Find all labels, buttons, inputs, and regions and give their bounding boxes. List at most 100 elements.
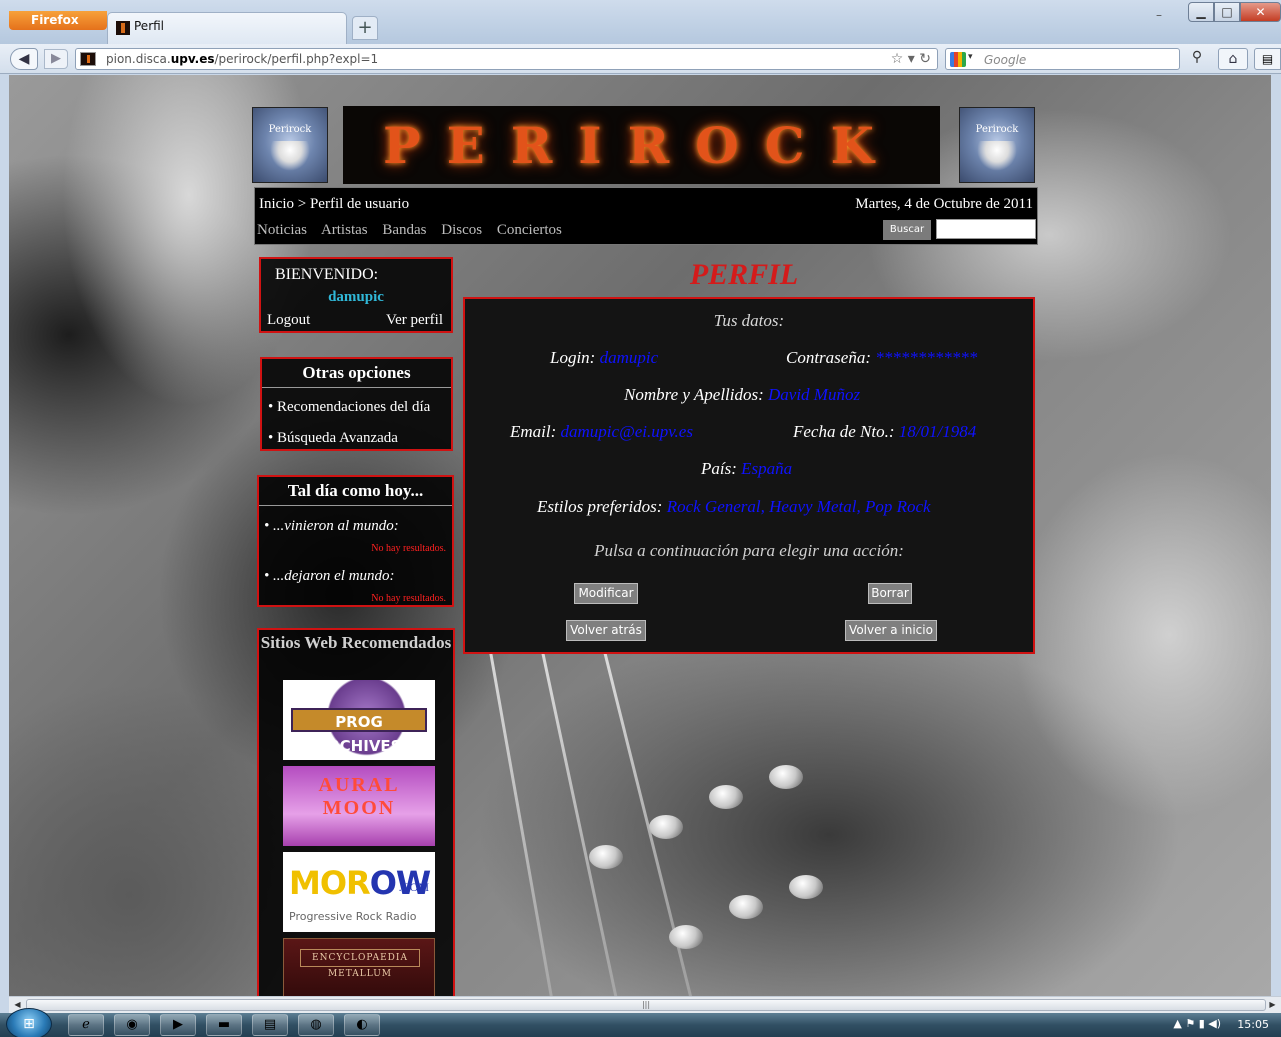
start-button[interactable]: ⊞ xyxy=(6,1008,52,1037)
list-item: • ...vinieron al mundo: xyxy=(264,518,399,534)
tus-datos-heading: Tus datos: xyxy=(713,311,785,330)
horizontal-scrollbar[interactable]: ◀ ||| ▶ xyxy=(9,996,1281,1013)
url-prefix: pion.disca. xyxy=(106,52,171,66)
app-taskbar-icon[interactable]: ◍ xyxy=(298,1014,334,1036)
windows-logo-icon: ⊞ xyxy=(23,1016,35,1032)
pickup-pole-decoration xyxy=(649,815,683,839)
current-date: Martes, 4 de Octubre de 2011 xyxy=(855,196,1033,212)
perirock-logo: PERIROCK xyxy=(343,106,940,184)
birthdate-row: Fecha de Nto.: 18/01/1984 xyxy=(793,422,977,441)
auralmoon-banner[interactable]: AURAL MOON xyxy=(283,766,435,846)
back-arrow-icon: ◀ xyxy=(18,51,30,67)
name-row: Nombre y Apellidos: David Muñoz xyxy=(624,385,861,404)
styles-value: Rock General, Heavy Metal, Pop Rock xyxy=(666,497,931,516)
new-tab-button[interactable]: + xyxy=(352,16,378,40)
no-results-text: No hay resultados. xyxy=(371,543,446,554)
email-row: Email: damupic@ei.upv.es xyxy=(510,422,693,441)
ver-perfil-link[interactable]: Ver perfil xyxy=(386,312,443,329)
firefox-menu-button[interactable]: Firefox xyxy=(9,11,107,30)
home-button[interactable]: ⌂ xyxy=(1218,48,1248,70)
site-search-input[interactable] xyxy=(936,219,1036,239)
modificar-button[interactable]: Modificar xyxy=(574,583,638,604)
explorer-taskbar-icon[interactable]: ▬ xyxy=(206,1014,242,1036)
tab-favicon-icon xyxy=(116,21,130,35)
borrar-button[interactable]: Borrar xyxy=(868,583,912,604)
site-favicon-icon xyxy=(80,52,96,66)
site-menu: Noticias Artistas Bandas Discos Conciert… xyxy=(257,222,573,239)
pickup-pole-decoration xyxy=(709,785,743,809)
menu-item-discos[interactable]: Discos xyxy=(441,222,482,238)
action-instructions: Pulsa a continuación para elegir una acc… xyxy=(594,541,904,560)
tab-perfil[interactable]: Perfil xyxy=(107,12,347,44)
progarchives-banner[interactable]: PROG ARCHIVES xyxy=(283,680,435,760)
list-item[interactable]: • Recomendaciones del día xyxy=(268,399,430,416)
perirock-emblem-right: Perirock xyxy=(959,107,1035,183)
page-viewport[interactable]: Perirock PERIROCK Perirock Inicio > Perf… xyxy=(9,75,1271,996)
scroll-right-icon[interactable]: ▶ xyxy=(1264,997,1281,1013)
country-row: País: España xyxy=(701,459,793,478)
pickup-pole-decoration xyxy=(729,895,763,919)
buscar-button[interactable]: Buscar xyxy=(883,220,931,240)
login-row: Login: damupic xyxy=(550,348,659,367)
system-tray-icons[interactable]: ▲ ⚑ ▮ ◀) xyxy=(1173,1017,1221,1030)
scrollbar-thumb[interactable]: ||| xyxy=(26,999,1266,1011)
site-banner: Perirock PERIROCK Perirock xyxy=(252,106,1035,184)
google-engine-icon[interactable] xyxy=(950,52,966,67)
login-value: damupic xyxy=(599,348,659,367)
browser-titlebar: Firefox Perfil + – ▁ □ ✕ xyxy=(0,0,1281,44)
bookmarks-button[interactable]: ▤ xyxy=(1254,48,1281,70)
site-topbar: Inicio > Perfil de usuario Martes, 4 de … xyxy=(254,187,1038,245)
birthdate-value: 18/01/1984 xyxy=(898,422,977,441)
url-path: /perirock/perfil.php?expl=1 xyxy=(214,52,379,66)
pickup-pole-decoration xyxy=(769,765,803,789)
pickup-pole-decoration xyxy=(589,845,623,869)
back-button[interactable]: ◀ xyxy=(10,48,38,70)
menu-item-artistas[interactable]: Artistas xyxy=(321,222,368,238)
name-value: David Muñoz xyxy=(768,385,861,404)
country-value: España xyxy=(741,459,793,478)
tal-dia-box: Tal día como hoy... • ...vinieron al mun… xyxy=(257,475,454,607)
list-item: • ...dejaron el mundo: xyxy=(264,568,395,584)
metal-archives-banner[interactable]: ENCYCLOPAEDIA METALLUM xyxy=(283,938,435,996)
ie-taskbar-icon[interactable]: ℯ xyxy=(68,1014,104,1036)
volver-atras-button[interactable]: Volver atrás xyxy=(566,620,646,641)
window-minimize-button[interactable]: ▁ xyxy=(1188,2,1214,22)
clock[interactable]: 15:05 xyxy=(1237,1018,1269,1031)
perirock-emblem-left: Perirock xyxy=(252,107,328,183)
search-magnifier-icon[interactable]: ⚲ xyxy=(1186,49,1208,69)
window-maximize-button[interactable]: □ xyxy=(1214,2,1240,22)
window-close-button[interactable]: ✕ xyxy=(1240,2,1281,22)
address-bar[interactable]: pion.disca.upv.es/perirock/perfil.php?ex… xyxy=(75,48,938,70)
username: damupic xyxy=(328,289,384,305)
winamp-taskbar-icon[interactable]: ◐ xyxy=(344,1014,380,1036)
engine-dropdown-icon[interactable]: ▾ xyxy=(968,52,973,62)
list-item[interactable]: • Búsqueda Avanzada xyxy=(268,430,398,447)
tab-title: Perfil xyxy=(134,19,165,33)
home-icon: ⌂ xyxy=(1228,51,1238,67)
menu-item-noticias[interactable]: Noticias xyxy=(257,222,307,238)
minimize-toolbar-icon: – xyxy=(1156,8,1162,22)
password-row: Contraseña: ************ xyxy=(786,348,978,367)
navigation-toolbar: ◀ ▶ pion.disca.upv.es/perirock/perfil.ph… xyxy=(0,44,1281,74)
url-domain: upv.es xyxy=(170,52,215,66)
firefox-taskbar-icon[interactable]: ◉ xyxy=(114,1014,150,1036)
styles-row: Estilos preferidos: Rock General, Heavy … xyxy=(537,497,931,516)
email-value: damupic@ei.upv.es xyxy=(560,422,693,441)
otras-opciones-title: Otras opciones xyxy=(262,359,451,388)
windows-taskbar: ⊞ ℯ ◉ ▶ ▬ ▤ ◍ ◐ ▲ ⚑ ▮ ◀) 15:05 xyxy=(0,1008,1281,1037)
logout-link[interactable]: Logout xyxy=(267,312,310,329)
menu-item-bandas[interactable]: Bandas xyxy=(382,222,426,238)
bookmark-star-icon[interactable]: ☆ ▾ ↻ xyxy=(891,51,931,67)
breadcrumb[interactable]: Inicio > Perfil de usuario xyxy=(259,196,409,213)
media-player-taskbar-icon[interactable]: ▶ xyxy=(160,1014,196,1036)
winged-guitar-icon xyxy=(270,141,310,171)
pickup-pole-decoration xyxy=(669,925,703,949)
no-results-text: No hay resultados. xyxy=(371,593,446,604)
morow-banner[interactable]: MOROW .COM Progressive Rock Radio xyxy=(283,852,435,932)
documents-taskbar-icon[interactable]: ▤ xyxy=(252,1014,288,1036)
sitios-recomendados-box: Sitios Web Recomendados PROG ARCHIVES AU… xyxy=(257,628,455,996)
volver-inicio-button[interactable]: Volver a inicio xyxy=(845,620,937,641)
forward-button[interactable]: ▶ xyxy=(44,49,68,69)
search-bar[interactable]: ▾ Google xyxy=(945,48,1180,70)
menu-item-conciertos[interactable]: Conciertos xyxy=(497,222,562,238)
